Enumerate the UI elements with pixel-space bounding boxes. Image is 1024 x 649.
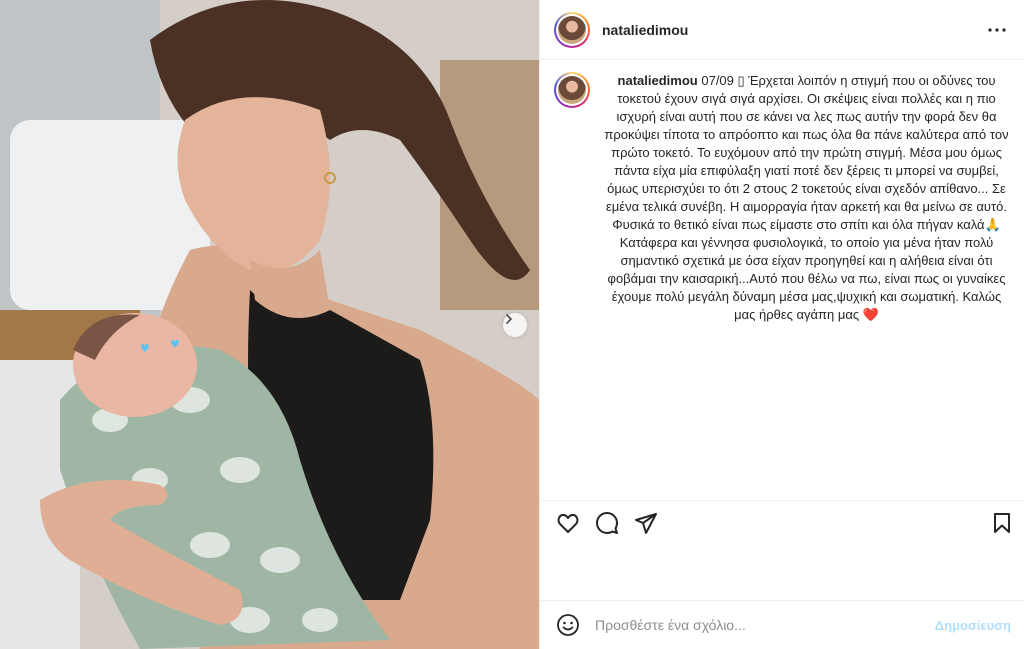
- send-icon: [635, 513, 657, 534]
- comment-input[interactable]: [595, 613, 925, 637]
- bookmark-icon: [994, 513, 1010, 533]
- caption-heart-emoji: ❤️: [862, 307, 879, 322]
- post-header: nataliedimou: [540, 0, 1024, 60]
- caption-username[interactable]: nataliedimou: [618, 73, 698, 88]
- save-button[interactable]: [990, 511, 1016, 537]
- author-avatar[interactable]: [554, 11, 590, 48]
- avatar-image: [558, 15, 586, 44]
- photo-illustration: ♥ ♥: [0, 0, 539, 649]
- emoji-button[interactable]: [556, 613, 580, 637]
- post-detail-panel: nataliedimou nataliedimou 07/09 ▯ Έρχετα…: [539, 0, 1024, 649]
- emoji-icon: [557, 614, 579, 636]
- share-button[interactable]: [634, 511, 660, 537]
- chevron-right-icon: [506, 314, 512, 324]
- caption-date: 07/09: [701, 73, 734, 88]
- post-photo[interactable]: ♥ ♥: [0, 0, 539, 649]
- comment-button[interactable]: [595, 511, 621, 537]
- caption-glyph: ▯: [737, 73, 745, 88]
- comment-bar: Δημοσίευση: [540, 600, 1024, 649]
- post-comment-button[interactable]: Δημοσίευση: [935, 618, 1011, 633]
- like-button[interactable]: [556, 511, 582, 537]
- author-username[interactable]: nataliedimou: [602, 22, 688, 38]
- svg-text:♥: ♥: [140, 342, 150, 355]
- action-bar: [540, 500, 1024, 598]
- carousel-next-button[interactable]: [503, 313, 527, 337]
- caption-body: Έρχεται λοιπόν η στιγμή που οι οδύνες το…: [604, 73, 1009, 322]
- svg-text:♥: ♥: [170, 338, 180, 351]
- caption-section: nataliedimou 07/09 ▯ Έρχεται λοιπόν η στ…: [540, 60, 1024, 500]
- caption-text: nataliedimou 07/09 ▯ Έρχεται λοιπόν η στ…: [604, 72, 1009, 324]
- more-horizontal-icon: [988, 28, 1006, 32]
- caption-avatar[interactable]: [554, 72, 590, 108]
- more-options-button[interactable]: [985, 18, 1009, 42]
- comment-icon: [596, 512, 618, 534]
- heart-icon: [557, 513, 579, 533]
